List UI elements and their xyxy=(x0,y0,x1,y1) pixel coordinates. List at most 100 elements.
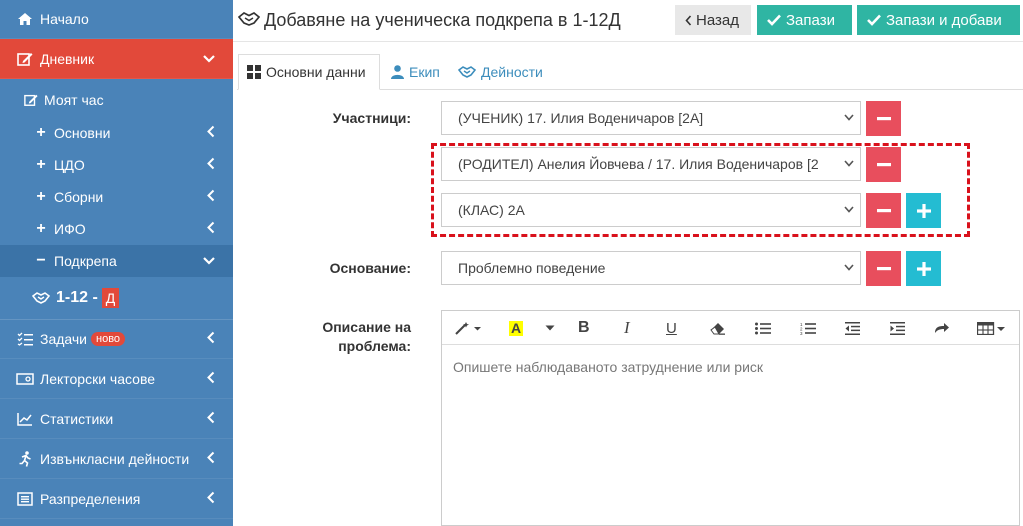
save-and-add-button-label: Запази и добави xyxy=(886,11,1002,29)
plus-icon: + xyxy=(36,220,46,237)
redo-button[interactable] xyxy=(934,311,950,345)
participant-select-3[interactable]: (КЛАС) 2А xyxy=(441,193,861,227)
indent-button[interactable] xyxy=(890,311,905,345)
participant-select-1[interactable]: (УЧЕНИК) 17. Илия Воденичаров [2А] xyxy=(441,101,861,135)
minus-icon xyxy=(876,208,891,212)
sidebar-item-label: Сборни xyxy=(54,189,104,205)
select-value: Проблемно поведение xyxy=(458,260,606,276)
sidebar-item-home[interactable]: Начало xyxy=(0,0,233,39)
chevron-down-icon xyxy=(840,112,854,124)
bold-button[interactable]: B xyxy=(578,311,590,345)
ticket-icon xyxy=(16,371,34,387)
save-button[interactable]: Запази xyxy=(757,5,852,35)
tab-activities[interactable]: Дейности xyxy=(450,54,551,90)
eraser-button[interactable] xyxy=(710,311,726,345)
sidebar-item-ifo[interactable]: + ИФО xyxy=(0,213,233,245)
remove-participant-button[interactable] xyxy=(866,193,901,228)
chevron-down-icon xyxy=(840,262,854,274)
edit-icon xyxy=(24,93,38,107)
remove-participant-button[interactable] xyxy=(866,101,901,136)
sidebar-item-label: Разпределения xyxy=(40,490,141,507)
sidebar-item-label: Дневник xyxy=(40,50,95,67)
tab-bar: Основни данни Екип Дейности xyxy=(237,54,1023,90)
handshake-icon xyxy=(237,10,261,31)
chevron-left-icon xyxy=(207,221,215,237)
check-icon xyxy=(767,14,781,26)
tab-team[interactable]: Екип xyxy=(383,54,448,90)
redo-icon xyxy=(935,323,949,333)
description-input[interactable]: Опишете наблюдаваното затруднение или ри… xyxy=(453,359,763,375)
plus-icon: + xyxy=(36,156,46,173)
page-title-text: Добавяне на ученическа подкрепа в 1-12Д xyxy=(264,10,621,30)
sidebar-item-label: Извънкласни дейности xyxy=(40,450,190,467)
remove-participant-button[interactable] xyxy=(866,147,901,182)
tab-label: Основни данни xyxy=(266,64,366,80)
sidebar-item-combined[interactable]: + Сборни xyxy=(0,181,233,213)
participant-select-2[interactable]: (РОДИТЕЛ) Анелия Йовчева / 17. Илия Воде… xyxy=(441,147,861,181)
sidebar-item-cdo[interactable]: + ЦДО xyxy=(0,149,233,181)
underline-button[interactable]: U xyxy=(666,311,677,345)
sidebar-item-extra[interactable]: Извънкласни дейности xyxy=(0,439,233,479)
outdent-button[interactable] xyxy=(845,311,860,345)
grid-icon xyxy=(247,65,261,79)
diary-submenu: Моят час + Основни + ЦДО + Сборни + ИФО xyxy=(0,79,233,319)
tab-basic-data[interactable]: Основни данни xyxy=(238,54,380,90)
list-box-icon xyxy=(16,491,34,507)
sidebar-item-label: Статистики xyxy=(40,410,114,427)
bullet-list-button[interactable] xyxy=(755,311,771,345)
text-color-icon: A xyxy=(509,319,524,336)
minus-icon xyxy=(876,266,891,270)
select-value: (УЧЕНИК) 17. Илия Воденичаров [2А] xyxy=(458,110,704,126)
handshake-icon xyxy=(458,66,476,78)
sidebar-item-stats[interactable]: Статистики xyxy=(0,399,233,439)
highlight-color-button[interactable]: A xyxy=(509,311,524,345)
home-icon xyxy=(16,11,34,27)
numbered-list-button[interactable]: 123 xyxy=(800,311,816,345)
sidebar-item-support[interactable]: − Подкрепа xyxy=(0,245,233,277)
chevron-down-icon xyxy=(840,158,854,170)
sidebar-item-my-hour[interactable]: Моят час xyxy=(0,79,233,117)
italic-button[interactable]: I xyxy=(624,311,630,345)
magic-wand-icon xyxy=(455,322,481,335)
sidebar-item-distribution[interactable]: Разпределения xyxy=(0,479,233,519)
add-reason-button[interactable] xyxy=(906,251,941,286)
outdent-icon xyxy=(845,321,860,335)
caret-down-icon xyxy=(545,325,555,331)
chevron-down-icon xyxy=(840,204,854,216)
sidebar-item-label: ИФО xyxy=(54,221,86,237)
chevron-left-icon xyxy=(207,125,215,141)
svg-text:3: 3 xyxy=(800,331,803,335)
select-value: (КЛАС) 2А xyxy=(458,202,525,218)
plus-icon: + xyxy=(36,124,46,141)
save-button-label: Запази xyxy=(786,11,835,29)
description-label-line-2: проблема: xyxy=(338,338,411,354)
sidebar-item-class[interactable]: 1-12 - Д xyxy=(0,277,233,319)
minus-icon: − xyxy=(36,252,46,269)
table-icon xyxy=(977,321,1005,335)
sidebar-item-label: Основни xyxy=(54,125,111,141)
reason-select[interactable]: Проблемно поведение xyxy=(441,251,861,285)
color-dropdown-button[interactable] xyxy=(545,311,555,345)
page-title: Добавяне на ученическа подкрепа в 1-12Д xyxy=(237,10,621,31)
class-code: 1-12 - xyxy=(56,289,98,306)
sidebar-item-basic[interactable]: + Основни xyxy=(0,117,233,149)
remove-reason-button[interactable] xyxy=(866,251,901,286)
user-icon xyxy=(391,65,404,79)
magic-wand-button[interactable] xyxy=(454,311,482,345)
add-participant-button[interactable] xyxy=(906,193,941,228)
sidebar-item-tasks[interactable]: Задачи ново xyxy=(0,319,233,359)
reason-label: Основание: xyxy=(329,260,411,276)
minus-icon xyxy=(876,116,891,120)
eraser-icon xyxy=(710,322,725,335)
sidebar-item-lector[interactable]: Лекторски часове xyxy=(0,359,233,399)
sidebar-item-diary[interactable]: Дневник xyxy=(0,39,233,79)
chevron-left-icon xyxy=(207,331,215,347)
participants-label: Участници: xyxy=(332,110,411,126)
chart-icon xyxy=(16,411,34,427)
chevron-down-icon xyxy=(203,254,215,268)
save-and-add-button[interactable]: Запази и добави xyxy=(857,5,1020,35)
chevron-down-icon xyxy=(203,52,215,66)
table-button[interactable] xyxy=(977,311,1007,345)
chevron-left-icon xyxy=(207,371,215,386)
back-button[interactable]: Назад xyxy=(675,5,751,35)
